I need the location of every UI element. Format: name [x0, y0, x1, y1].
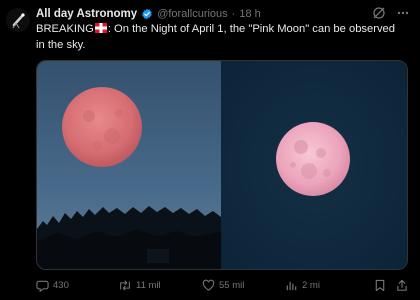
separator-dot: · [231, 8, 236, 20]
repost-icon [120, 280, 130, 290]
media-grid [36, 60, 408, 270]
tweet-actions: 430 11 mil 55 mil 2 mi [36, 276, 408, 294]
avatar[interactable] [6, 8, 30, 32]
breaking-label: BREAKING [36, 23, 94, 35]
timestamp[interactable]: 18 h [239, 8, 260, 20]
pink-moon-landscape-photo [37, 61, 221, 269]
reply-icon [36, 280, 49, 292]
like-count: 55 mil [219, 279, 245, 291]
author-handle[interactable]: @forallcurious [157, 8, 227, 20]
pink-moon-closeup-photo [221, 61, 407, 269]
repost-count: 11 mil [136, 279, 161, 291]
verified-badge-icon [142, 8, 152, 20]
header-actions [372, 6, 410, 20]
tweet-header: All day Astronomy @forallcurious · 18 h [36, 6, 261, 22]
tweet-text: BREAKING : On the Night of April 1, the … [36, 22, 406, 53]
more-icon[interactable] [396, 6, 410, 20]
media-image-left[interactable] [37, 61, 221, 269]
flag-icon [94, 23, 107, 33]
secondary-actions [374, 279, 408, 292]
views-icon [286, 281, 297, 290]
reply-count: 430 [53, 279, 69, 291]
views-button[interactable]: 2 mi [285, 279, 363, 292]
bookmark-icon[interactable] [374, 279, 386, 292]
telescope-icon [12, 13, 25, 29]
like-button[interactable]: 55 mil [202, 279, 285, 292]
reply-button[interactable]: 430 [36, 279, 118, 292]
repost-button[interactable]: 11 mil [118, 279, 202, 292]
views-count: 2 mi [302, 279, 320, 291]
heart-icon [202, 279, 215, 291]
author-name[interactable]: All day Astronomy [36, 8, 137, 20]
share-icon[interactable] [396, 279, 408, 292]
grok-icon[interactable] [372, 6, 386, 20]
media-image-right[interactable] [221, 61, 407, 269]
